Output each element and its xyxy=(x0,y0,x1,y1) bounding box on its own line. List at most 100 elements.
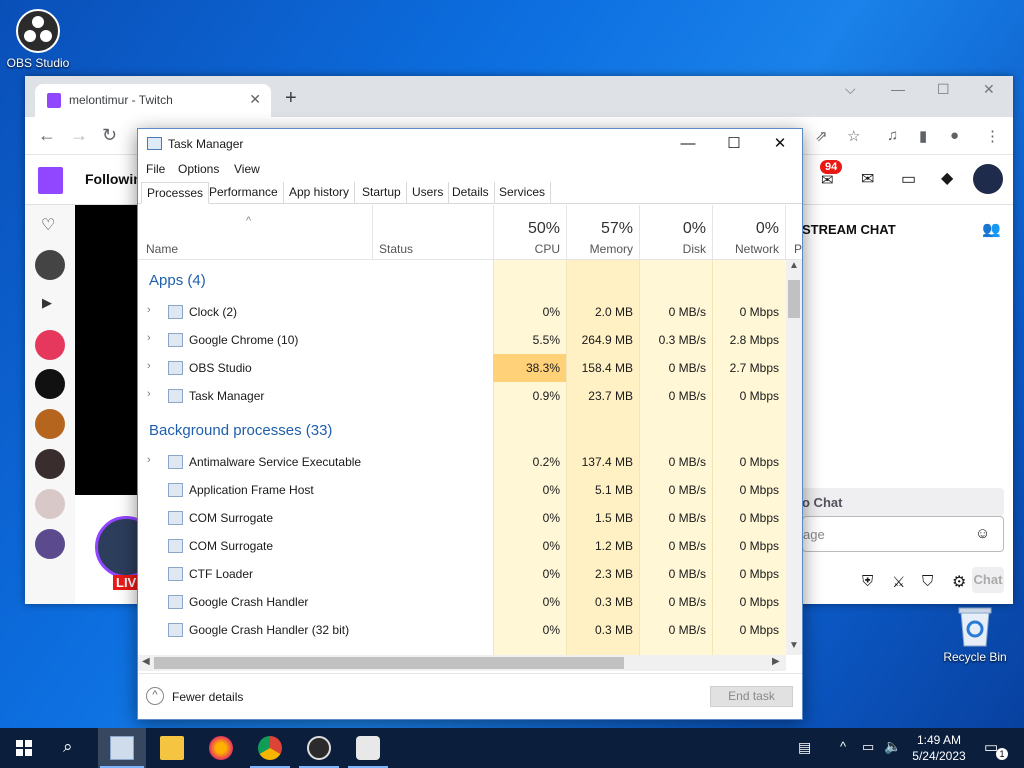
profile-icon[interactable]: ● xyxy=(950,127,959,144)
user-avatar[interactable] xyxy=(973,164,1003,194)
side-panel-icon[interactable]: ▮ xyxy=(919,127,927,145)
tab-processes[interactable]: Processes xyxy=(141,182,210,204)
taskbar-task-manager-icon[interactable] xyxy=(110,736,134,760)
apps-group-header[interactable]: Apps (4) xyxy=(149,272,206,289)
video-icon[interactable]: ▶ xyxy=(42,295,52,311)
heart-icon[interactable]: ♡ xyxy=(41,215,55,235)
tm-minimize-button[interactable]: — xyxy=(665,133,711,155)
expand-chevron-icon[interactable]: › xyxy=(147,388,151,400)
expand-chevron-icon[interactable]: › xyxy=(147,360,151,372)
taskbar-file-explorer-icon[interactable] xyxy=(160,736,184,760)
scroll-up-icon[interactable]: ▲ xyxy=(789,260,799,271)
expand-chevron-icon[interactable]: › xyxy=(147,304,151,316)
tab-close-icon[interactable]: ✕ xyxy=(249,91,261,108)
process-row[interactable]: › Clock (2) 0% 2.0 MB 0 MB/s 0 Mbps xyxy=(138,298,786,326)
channel-avatar[interactable] xyxy=(35,409,65,439)
community-icon[interactable]: 👥 xyxy=(982,220,1001,238)
process-row[interactable]: ›CTF Loader0%2.3 MB0 MB/s0 Mbps xyxy=(138,560,786,588)
process-row[interactable]: ›COM Surrogate0%1.2 MB0 MB/s0 Mbps xyxy=(138,532,786,560)
minimize-button[interactable]: — xyxy=(891,81,905,97)
channel-avatar[interactable] xyxy=(35,330,65,360)
column-cpu[interactable]: 50% CPU xyxy=(493,205,566,260)
reload-icon[interactable]: ↻ xyxy=(102,125,117,146)
tab-services[interactable]: Services xyxy=(494,182,552,204)
menu-options[interactable]: Options xyxy=(178,162,219,176)
channel-avatar[interactable] xyxy=(35,369,65,399)
browser-tab-twitch[interactable]: melontimur - Twitch ✕ xyxy=(35,84,271,117)
fewer-details-link[interactable]: Fewer details xyxy=(172,690,243,704)
menu-view[interactable]: View xyxy=(234,162,260,176)
expand-chevron-icon[interactable]: › xyxy=(147,454,151,466)
background-group-header[interactable]: Background processes (33) xyxy=(149,422,332,439)
process-row[interactable]: ›COM Surrogate0%1.5 MB0 MB/s0 Mbps xyxy=(138,504,786,532)
tm-close-button[interactable]: ✕ xyxy=(757,133,803,155)
mail-icon[interactable]: ✉ xyxy=(861,169,874,189)
end-task-button[interactable]: End task xyxy=(710,686,793,707)
scroll-right-icon[interactable]: ▶ xyxy=(772,656,780,667)
tab-app-history[interactable]: App history xyxy=(284,182,356,204)
new-tab-button[interactable]: + xyxy=(285,88,297,108)
menu-file[interactable]: File xyxy=(146,162,165,176)
process-row[interactable]: › Antimalware Service Executable 0.2% 137.4… xyxy=(138,448,786,476)
channel-avatar[interactable] xyxy=(35,449,65,479)
column-status[interactable]: Status xyxy=(372,205,493,260)
chat-input[interactable]: age ☺ xyxy=(802,516,1004,552)
process-row[interactable]: ›Google Crash Handler0%0.3 MB0 MB/s0 Mbp… xyxy=(138,588,786,616)
media-icon[interactable]: ♫ xyxy=(887,127,898,144)
twitch-logo-icon[interactable] xyxy=(38,167,63,194)
horizontal-scroll-thumb[interactable] xyxy=(154,657,624,669)
process-row[interactable]: › Google Chrome (10) 5.5% 264.9 MB 0.3 MB/s 2… xyxy=(138,326,786,354)
column-power-partial[interactable]: P xyxy=(785,205,802,260)
whispers-icon[interactable]: ▭ xyxy=(901,169,916,189)
taskbar-obs-icon[interactable] xyxy=(307,736,331,760)
column-name[interactable]: Name xyxy=(146,242,178,256)
emote-icon[interactable]: ☺ xyxy=(975,525,990,542)
tab-performance[interactable]: Performance xyxy=(204,182,284,204)
desktop-icon-recycle-bin[interactable]: Recycle Bin xyxy=(937,604,1013,664)
tab-users[interactable]: Users xyxy=(407,182,450,204)
show-hidden-icons-chevron-icon[interactable]: ^ xyxy=(840,739,846,754)
maximize-button[interactable]: ☐ xyxy=(937,81,950,98)
chat-settings-gear-icon[interactable]: ⚙ xyxy=(952,572,966,592)
channel-avatar[interactable] xyxy=(35,250,65,280)
tm-titlebar[interactable]: Task Manager — ☐ ✕ xyxy=(138,129,802,159)
volume-muted-icon[interactable]: 🔈 xyxy=(884,738,901,755)
vertical-scrollbar[interactable]: ▲ ▼ xyxy=(786,260,802,655)
tab-search-icon[interactable]: ⌵ xyxy=(845,81,856,98)
mod-shield-icon[interactable]: ⛨ xyxy=(862,573,873,590)
vertical-scroll-thumb[interactable] xyxy=(788,280,800,318)
collapse-circle-icon[interactable]: ^ xyxy=(146,687,164,705)
share-icon[interactable]: ⇗ xyxy=(815,127,828,145)
prediction-icon[interactable]: ⛉ xyxy=(922,573,933,590)
channel-avatar[interactable] xyxy=(35,489,65,519)
task-manager-window[interactable]: Task Manager — ☐ ✕ File Options View Pro… xyxy=(137,128,803,720)
taskbar-firefox-icon[interactable] xyxy=(209,736,233,760)
column-disk[interactable]: 0% Disk xyxy=(639,205,712,260)
mod-sword-icon[interactable]: ⚔ xyxy=(892,573,905,591)
taskbar-clock[interactable]: 1:49 AM 5/24/2023 xyxy=(908,732,970,764)
menu-kebab-icon[interactable]: ⋮ xyxy=(985,127,1000,145)
back-icon[interactable]: ← xyxy=(38,125,56,146)
tab-details[interactable]: Details xyxy=(447,182,495,204)
process-row[interactable]: ›Google Crash Handler (32 bit)0%0.3 MB0 … xyxy=(138,616,786,644)
close-button[interactable]: ✕ xyxy=(983,81,995,98)
network-icon[interactable]: ▭ xyxy=(862,739,874,755)
scroll-left-icon[interactable]: ◀ xyxy=(142,656,150,667)
desktop-icon-obs[interactable]: OBS Studio xyxy=(0,8,76,70)
tab-startup[interactable]: Startup xyxy=(357,182,407,204)
column-memory[interactable]: 57% Memory xyxy=(566,205,639,260)
forward-icon[interactable]: → xyxy=(70,125,88,146)
bookmark-star-icon[interactable]: ☆ xyxy=(847,127,860,145)
process-row[interactable]: › Task Manager 0.9% 23.7 MB 0 MB/s 0 Mbps xyxy=(138,382,786,410)
following-link[interactable]: Followin xyxy=(85,171,142,187)
horizontal-scrollbar[interactable]: ◀ ▶ xyxy=(138,655,786,671)
channel-avatar[interactable] xyxy=(35,529,65,559)
tm-maximize-button[interactable]: ☐ xyxy=(711,133,757,155)
taskbar-clock-icon[interactable] xyxy=(356,736,380,760)
start-windows-icon[interactable] xyxy=(16,740,32,756)
scroll-down-icon[interactable]: ▼ xyxy=(789,640,799,651)
expand-chevron-icon[interactable]: › xyxy=(147,332,151,344)
chat-send-button[interactable]: Chat xyxy=(972,567,1004,593)
taskbar-chrome-icon[interactable] xyxy=(258,736,282,760)
bits-icon[interactable]: ◆ xyxy=(941,168,953,188)
